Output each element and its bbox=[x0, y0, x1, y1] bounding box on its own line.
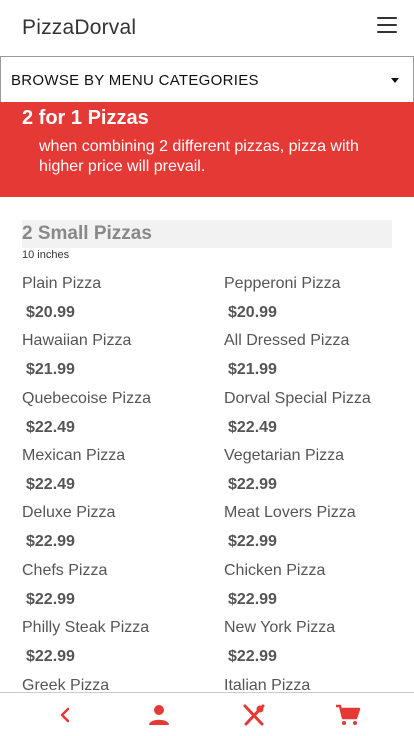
utensils-icon[interactable] bbox=[240, 703, 268, 727]
menu-item-name: Hawaiian Pizza bbox=[22, 332, 132, 349]
bottom-navigation bbox=[0, 692, 414, 736]
menu-item[interactable]: Vegetarian Pizza $22.99 bbox=[224, 447, 409, 504]
menu-item-price: $22.99 bbox=[228, 476, 277, 493]
menu-item[interactable]: Chefs Pizza $22.99 bbox=[22, 562, 207, 619]
menu-item-price: $20.99 bbox=[228, 304, 277, 321]
menu-item-price: $22.49 bbox=[228, 419, 277, 436]
menu-item[interactable]: Meat Lovers Pizza $22.99 bbox=[224, 504, 409, 561]
menu-item-name: Chicken Pizza bbox=[224, 562, 326, 579]
section-header: 2 Small Pizzas bbox=[22, 220, 392, 248]
menu-item[interactable]: Quebecoise Pizza $22.49 bbox=[22, 390, 207, 447]
promo-description: when combining 2 different pizzas, pizza… bbox=[39, 138, 359, 175]
app-page: PizzaDorval BROWSE BY MENU CATEGORIES 2 … bbox=[0, 0, 414, 736]
menu-item-price: $21.99 bbox=[26, 361, 75, 378]
menu-item-name: Plain Pizza bbox=[22, 275, 102, 292]
menu-item[interactable]: Dorval Special Pizza $22.49 bbox=[224, 390, 409, 447]
menu-item-price: $22.99 bbox=[228, 533, 277, 550]
section-subtitle: 10 inches bbox=[22, 249, 70, 261]
menu-item[interactable]: New York Pizza $22.99 bbox=[224, 619, 409, 676]
menu-item-name: Vegetarian Pizza bbox=[224, 447, 345, 464]
menu-item-name: Meat Lovers Pizza bbox=[224, 504, 356, 521]
menu-item-price: $22.49 bbox=[26, 476, 75, 493]
menu-item-name: Philly Steak Pizza bbox=[22, 619, 150, 636]
user-icon[interactable] bbox=[145, 703, 173, 727]
menu-item-name: All Dressed Pizza bbox=[224, 332, 350, 349]
promo-title: 2 for 1 Pizzas bbox=[22, 107, 149, 129]
menu-item-name: New York Pizza bbox=[224, 619, 336, 636]
menu-item[interactable]: Chicken Pizza $22.99 bbox=[224, 562, 409, 619]
section-title: 2 Small Pizzas bbox=[22, 223, 152, 244]
menu-item[interactable]: Deluxe Pizza $22.99 bbox=[22, 504, 207, 561]
menu-item[interactable]: Mexican Pizza $22.49 bbox=[22, 447, 207, 504]
promo-banner: 2 for 1 Pizzas when combining 2 differen… bbox=[0, 102, 414, 197]
menu-item-name: Pepperoni Pizza bbox=[224, 275, 341, 292]
caret-down-icon bbox=[391, 78, 399, 83]
hamburger-icon[interactable] bbox=[377, 17, 397, 33]
menu-item[interactable]: Hawaiian Pizza $21.99 bbox=[22, 332, 207, 389]
cart-icon[interactable] bbox=[334, 703, 362, 727]
menu-item-price: $22.49 bbox=[26, 419, 75, 436]
chevron-left-icon[interactable] bbox=[51, 703, 79, 727]
brand-logo[interactable]: PizzaDorval bbox=[22, 16, 136, 40]
menu-item-price: $22.99 bbox=[26, 648, 75, 665]
menu-item-price: $22.99 bbox=[228, 591, 277, 608]
menu-item[interactable]: All Dressed Pizza $21.99 bbox=[224, 332, 409, 389]
top-bar: PizzaDorval bbox=[0, 0, 414, 54]
menu-item-name: Mexican Pizza bbox=[22, 447, 126, 464]
menu-item-price: $22.99 bbox=[228, 648, 277, 665]
menu-item[interactable]: Philly Steak Pizza $22.99 bbox=[22, 619, 207, 676]
menu-item-price: $22.99 bbox=[26, 533, 75, 550]
category-dropdown[interactable]: BROWSE BY MENU CATEGORIES bbox=[0, 56, 414, 103]
menu-item-name: Deluxe Pizza bbox=[22, 504, 116, 521]
menu-item[interactable]: Pepperoni Pizza $20.99 bbox=[224, 275, 409, 332]
menu-item[interactable]: Plain Pizza $20.99 bbox=[22, 275, 207, 332]
menu-item-name: Quebecoise Pizza bbox=[22, 390, 151, 407]
menu-item-name: Chefs Pizza bbox=[22, 562, 108, 579]
category-dropdown-label: BROWSE BY MENU CATEGORIES bbox=[11, 72, 259, 89]
menu-item-price: $22.99 bbox=[26, 591, 75, 608]
menu-item-name: Dorval Special Pizza bbox=[224, 390, 371, 407]
menu-item-price: $20.99 bbox=[26, 304, 75, 321]
menu-item-price: $21.99 bbox=[228, 361, 277, 378]
